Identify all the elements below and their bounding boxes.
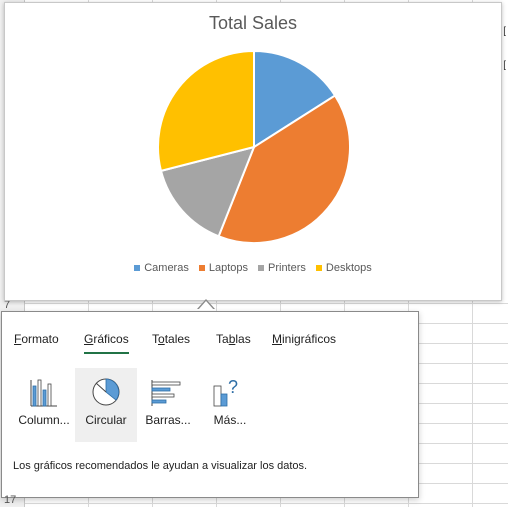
quick-analysis-panel: Formato Gráficos Totales Tablas Minigráf… bbox=[1, 311, 419, 498]
column-chart-label: Column... bbox=[18, 413, 70, 427]
tab-text: inigráficos bbox=[282, 332, 337, 346]
tab-text: ormato bbox=[21, 332, 59, 346]
legend-label-printers: Printers bbox=[268, 262, 306, 274]
tab-text: las bbox=[235, 332, 251, 346]
bar-chart-option[interactable]: Barras... bbox=[137, 368, 199, 442]
legend-swatch-cameras bbox=[134, 265, 141, 271]
pie-chart[interactable] bbox=[5, 3, 501, 300]
cell-fragment-1: [ bbox=[503, 26, 506, 37]
tab-totales[interactable]: Totales bbox=[152, 332, 190, 352]
tab-text: tales bbox=[164, 332, 191, 346]
column-chart-option[interactable]: Column... bbox=[13, 368, 75, 442]
cell-fragment-2: [ bbox=[503, 60, 506, 71]
legend-label-laptops: Laptops bbox=[208, 262, 248, 274]
tab-graficos[interactable]: Gráficos bbox=[84, 332, 129, 354]
tab-formato[interactable]: Formato bbox=[14, 332, 59, 352]
bar-chart-icon bbox=[151, 380, 181, 406]
quick-analysis-description: Los gráficos recomendados le ayudan a vi… bbox=[13, 460, 308, 472]
legend-label-desktops: Desktops bbox=[325, 262, 372, 274]
legend-item-cameras: Cameras bbox=[134, 262, 189, 274]
column-chart-icon bbox=[30, 379, 57, 407]
tab-tablas[interactable]: Tablas bbox=[216, 332, 251, 352]
legend-item-printers: Printers bbox=[258, 262, 306, 274]
tab-accesskey: M bbox=[272, 332, 282, 346]
pie-chart-label: Circular bbox=[85, 413, 127, 427]
bar-chart-label: Barras... bbox=[145, 413, 191, 427]
callout-pointer-fill bbox=[198, 301, 214, 310]
tab-minigraficos[interactable]: Minigráficos bbox=[272, 332, 336, 352]
legend-label-cameras: Cameras bbox=[144, 262, 189, 274]
tab-text: ráficos bbox=[93, 332, 129, 346]
legend-swatch-laptops bbox=[198, 265, 205, 271]
legend-swatch-printers bbox=[258, 265, 264, 271]
tab-text: Ta bbox=[216, 332, 229, 346]
chart-legend: Cameras Laptops Printers Desktops bbox=[5, 262, 501, 274]
tab-accesskey: o bbox=[158, 332, 165, 346]
svg-text:?: ? bbox=[228, 377, 238, 397]
legend-item-laptops: Laptops bbox=[198, 262, 248, 274]
row-number-17-text: 17 bbox=[4, 494, 17, 506]
more-charts-label: Más... bbox=[213, 413, 247, 427]
pie-chart-icon bbox=[92, 378, 120, 406]
legend-swatch-desktops bbox=[315, 265, 322, 271]
tab-accesskey: G bbox=[84, 332, 94, 346]
row-number-17: 17 bbox=[0, 494, 24, 506]
pie-chart-option[interactable]: Circular bbox=[75, 368, 137, 442]
more-charts-icon: ? bbox=[213, 377, 238, 407]
chart-card[interactable]: Total Sales Cameras Laptops Printers Des… bbox=[4, 2, 502, 301]
legend-item-desktops: Desktops bbox=[315, 262, 372, 274]
more-charts-option[interactable]: ? Más... bbox=[199, 368, 261, 442]
